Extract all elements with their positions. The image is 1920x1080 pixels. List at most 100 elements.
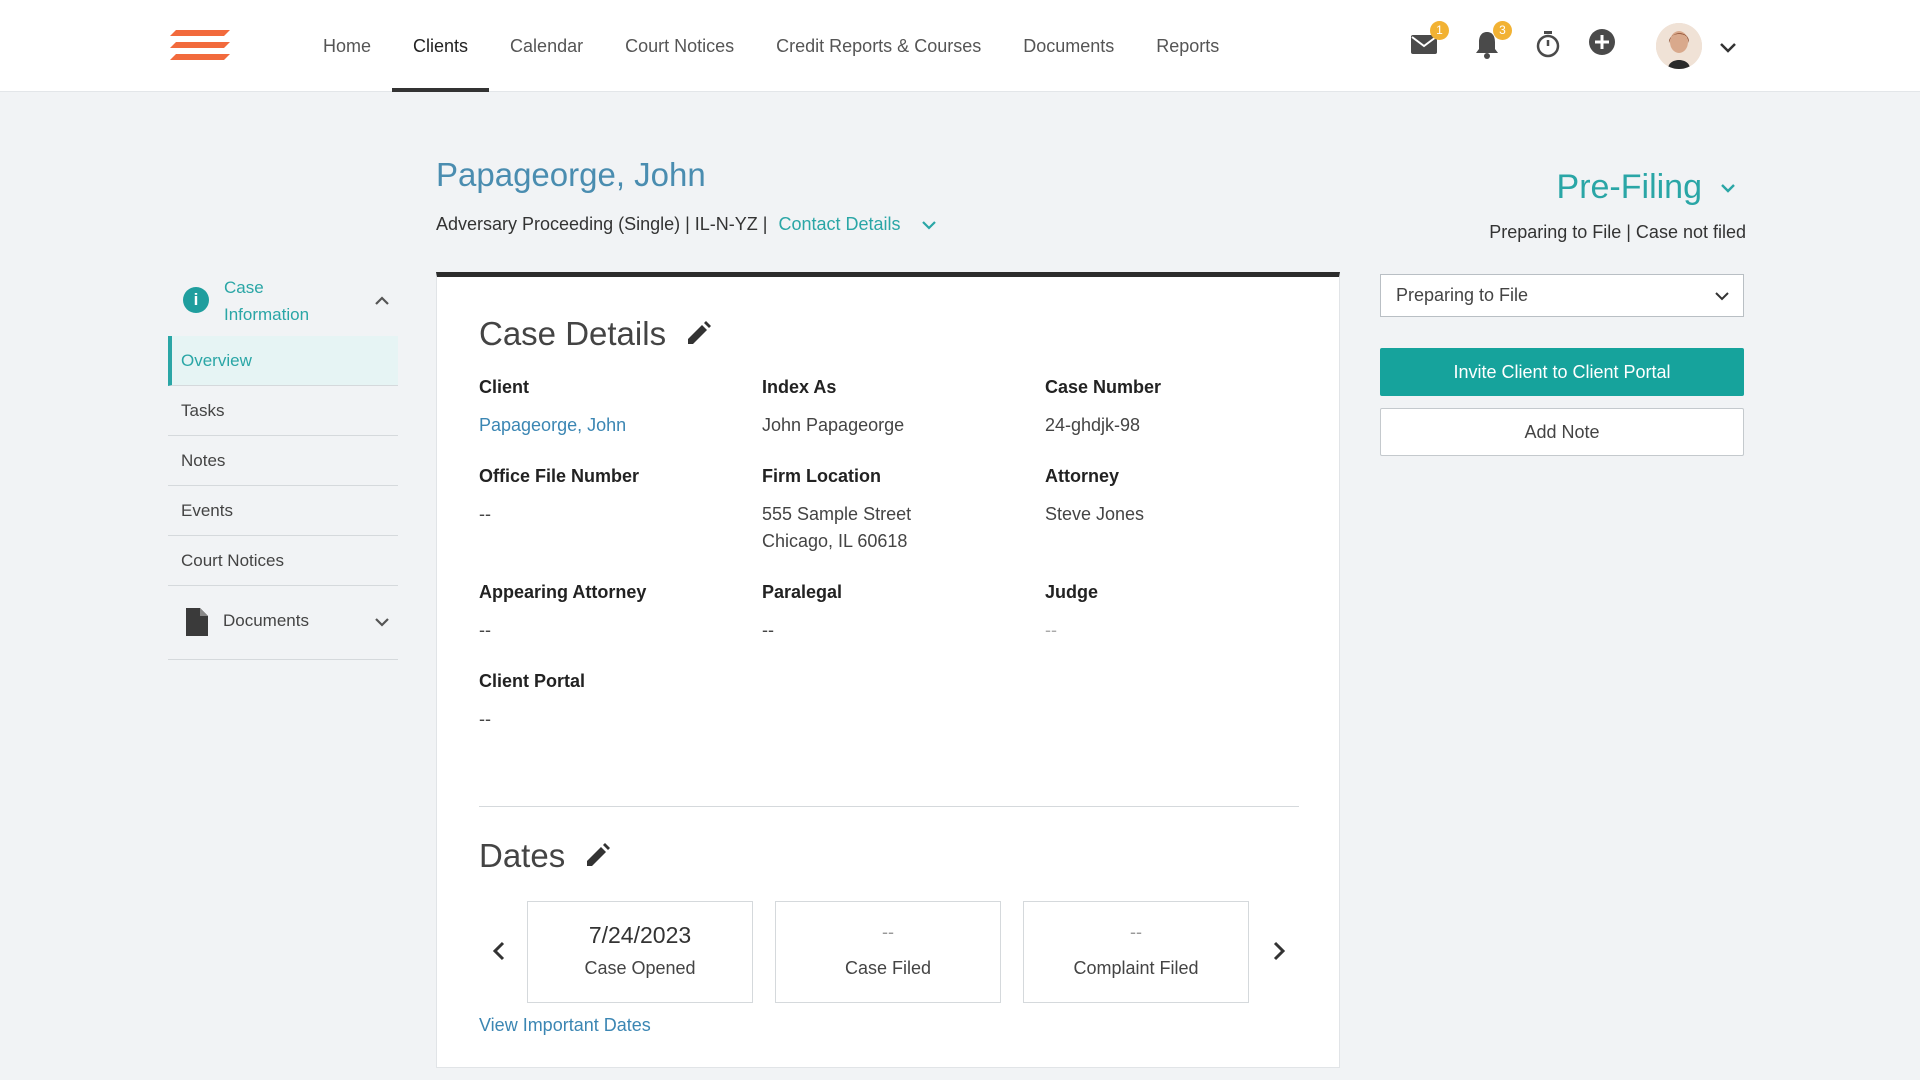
nav-reports[interactable]: Reports — [1135, 0, 1240, 92]
add-button[interactable] — [1586, 28, 1618, 60]
field-label: Appearing Attorney — [479, 582, 647, 602]
field-label: Attorney — [1045, 466, 1120, 486]
sidebar-item-events[interactable]: Events — [168, 486, 398, 536]
field-case-number: Case Number 24-ghdjk-98 — [1045, 377, 1161, 439]
case-summary: Adversary Proceeding (Single) | IL-N-YZ … — [436, 214, 768, 234]
mail-badge: 1 — [1430, 21, 1449, 40]
field-value: -- — [479, 504, 491, 524]
chevron-left-icon[interactable] — [487, 937, 511, 965]
client-link[interactable]: Papageorge, John — [479, 412, 626, 439]
chevron-down-icon[interactable] — [1717, 36, 1739, 58]
nav-home[interactable]: Home — [302, 0, 392, 92]
user-photo-icon — [1656, 23, 1702, 69]
field-attorney: Attorney Steve Jones — [1045, 466, 1144, 528]
field-label: Judge — [1045, 582, 1099, 602]
sidebar-item-documents[interactable]: Documents — [168, 586, 398, 660]
field-client: Client Papageorge, John — [479, 377, 626, 439]
field-firm-location: Firm Location 555 Sample Street Chicago,… — [762, 466, 911, 555]
field-office-file-number: Office File Number -- — [479, 466, 639, 528]
nav-credit-reports-courses[interactable]: Credit Reports & Courses — [755, 0, 1002, 92]
nav-calendar[interactable]: Calendar — [489, 0, 604, 92]
info-icon: i — [183, 287, 209, 313]
case-stage-select[interactable]: Preparing to File — [1380, 274, 1744, 317]
field-value: Steve Jones — [1045, 504, 1145, 524]
dates-title: Dates — [479, 837, 566, 874]
date-label: Case Opened — [584, 958, 696, 978]
mail-button[interactable]: 1 — [1408, 21, 1449, 60]
case-details-title: Case Details — [479, 315, 667, 352]
user-avatar[interactable] — [1656, 23, 1702, 69]
case-status-title: Pre-Filing — [1556, 168, 1702, 206]
case-status-subtitle: Preparing to File | Case not filed — [1489, 222, 1746, 242]
field-paralegal: Paralegal -- — [762, 582, 842, 644]
plus-circle-icon — [1589, 29, 1615, 55]
field-value: -- — [479, 620, 491, 640]
case-details-heading: Case Details — [479, 315, 712, 353]
chevron-down-icon — [375, 618, 389, 627]
field-value: -- — [1045, 620, 1057, 640]
nav-documents[interactable]: Documents — [1002, 0, 1135, 92]
dates-heading: Dates — [479, 837, 611, 875]
case-information-section[interactable]: i Case Information — [168, 266, 398, 336]
date-label: Case Filed — [844, 958, 932, 978]
case-information-label-line2: Information — [224, 305, 310, 324]
field-label: Case Number — [1045, 377, 1162, 397]
field-appearing-attorney: Appearing Attorney -- — [479, 582, 646, 644]
case-summary-line: Adversary Proceeding (Single) | IL-N-YZ … — [436, 214, 939, 235]
field-value: -- — [762, 620, 774, 640]
stopwatch-icon — [1536, 31, 1560, 58]
address-line-2: Chicago, IL 60618 — [762, 531, 908, 551]
timer-button[interactable] — [1532, 28, 1564, 60]
case-information-label: Case Information — [224, 274, 309, 328]
add-note-button[interactable]: Add Note — [1380, 408, 1744, 456]
date-card-case-opened: 7/24/2023 Case Opened — [527, 901, 753, 1003]
case-details-card: Case Details Client Papageorge, John Ind… — [436, 272, 1340, 1068]
field-value: John Papageorge — [762, 415, 905, 435]
field-value: 24-ghdjk-98 — [1045, 415, 1141, 435]
contact-details-link[interactable]: Contact Details — [778, 214, 900, 235]
address-line-1: 555 Sample Street — [762, 504, 912, 524]
pencil-icon[interactable] — [684, 320, 712, 348]
chevron-down-icon[interactable] — [919, 215, 939, 235]
date-card-complaint-filed: -- Complaint Filed — [1023, 901, 1249, 1003]
sidebar-item-court-notices[interactable]: Court Notices — [168, 536, 398, 586]
field-label: Client — [479, 377, 530, 397]
field-index-as: Index As John Papageorge — [762, 377, 904, 439]
notifications-button[interactable]: 3 — [1471, 21, 1512, 60]
field-label: Office File Number — [479, 466, 640, 486]
view-important-dates-link[interactable]: View Important Dates — [479, 1015, 651, 1036]
date-label: Complaint Filed — [1073, 958, 1199, 978]
field-judge: Judge -- — [1045, 582, 1098, 644]
case-sidebar: i Case Information Overview Tasks Notes … — [168, 266, 398, 660]
chevron-down-icon — [1715, 292, 1729, 301]
chevron-down-icon — [1721, 183, 1735, 193]
main-nav: Home Clients Calendar Court Notices Cred… — [302, 0, 1240, 92]
field-label: Firm Location — [762, 466, 882, 486]
notifications-badge: 3 — [1493, 21, 1512, 40]
field-label: Index As — [762, 377, 837, 397]
field-label: Client Portal — [479, 671, 586, 691]
document-icon — [186, 608, 208, 636]
date-value: -- — [1130, 922, 1142, 942]
sidebar-item-notes[interactable]: Notes — [168, 436, 398, 486]
page-title: Papageorge, John — [436, 156, 706, 193]
date-card-case-filed: -- Case Filed — [775, 901, 1001, 1003]
invite-client-portal-button[interactable]: Invite Client to Client Portal — [1380, 348, 1744, 396]
case-stage-select-value: Preparing to File — [1396, 285, 1529, 305]
sidebar-item-tasks[interactable]: Tasks — [168, 386, 398, 436]
section-divider — [479, 806, 1299, 807]
chevron-up-icon[interactable] — [372, 291, 392, 311]
nav-court-notices[interactable]: Court Notices — [604, 0, 755, 92]
field-value: -- — [479, 709, 491, 729]
nav-clients[interactable]: Clients — [392, 0, 490, 92]
field-client-portal: Client Portal -- — [479, 671, 585, 733]
case-status-dropdown[interactable]: Pre-Filing — [1557, 168, 1738, 207]
sidebar-item-overview[interactable]: Overview — [168, 336, 398, 386]
sidebar-documents-label: Documents — [223, 611, 309, 630]
date-value: 7/24/2023 — [588, 922, 692, 948]
top-navigation-bar: Home Clients Calendar Court Notices Cred… — [0, 0, 1920, 92]
pencil-icon[interactable] — [583, 842, 611, 870]
field-label: Paralegal — [762, 582, 843, 602]
chevron-right-icon[interactable] — [1267, 937, 1291, 965]
brand-logo[interactable] — [168, 26, 232, 66]
